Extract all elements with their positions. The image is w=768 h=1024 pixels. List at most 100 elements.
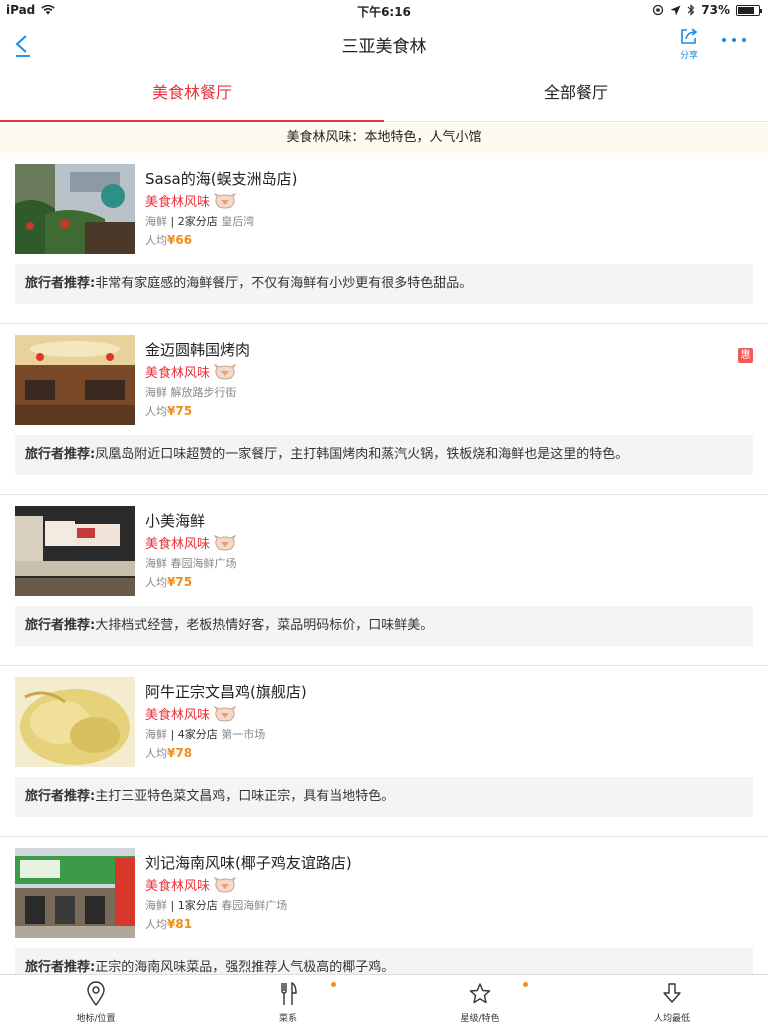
filter-label: 地标/位置: [76, 1014, 116, 1024]
tab-all-restaurants[interactable]: 全部餐厅: [384, 66, 768, 122]
filter-landmark-location[interactable]: 地标/位置: [0, 975, 192, 1024]
restaurant-card[interactable]: Sasa的海(蜈支洲岛店) 美食林风味 海鲜 | 2家分店 皇后湾 人均¥66 …: [0, 153, 768, 324]
area: 解放路步行街: [170, 386, 237, 399]
pig-mascot-icon: [214, 192, 237, 208]
restaurant-card[interactable]: 金迈圆韩国烤肉 惠 美食林风味 海鲜 解放路步行街 人均¥75 旅行者推荐:凤凰…: [0, 324, 768, 495]
restaurant-photo: [15, 848, 135, 938]
restaurant-list: Sasa的海(蜈支洲岛店) 美食林风味 海鲜 | 2家分店 皇后湾 人均¥66 …: [0, 153, 768, 974]
traveler-recommendation: 旅行者推荐:非常有家庭感的海鲜餐厅，不仅有海鲜有小炒更有很多特色甜品。: [15, 264, 753, 304]
page-title: 三亚美食林: [341, 37, 427, 57]
star-icon: [469, 983, 491, 1004]
status-bar: iPad 下午6:16 73%: [0, 0, 768, 22]
recommend-text: 大排档式经营，老板热情好客，菜品明码标价，口味鲜美。: [95, 618, 434, 633]
traveler-recommendation: 旅行者推荐:主打三亚特色菜文昌鸡，口味正宗，具有当地特色。: [15, 777, 753, 817]
more-dot-icon: [742, 38, 746, 42]
more-button[interactable]: [722, 38, 746, 46]
price-label: 人均: [145, 405, 167, 418]
battery-percent: 73%: [701, 3, 730, 17]
restaurant-name: 阿牛正宗文昌鸡(旗舰店): [145, 683, 307, 701]
share-icon: [681, 28, 698, 44]
recommend-text: 主打三亚特色菜文昌鸡，口味正宗，具有当地特色。: [95, 789, 395, 804]
price-label: 人均: [145, 576, 167, 589]
area: 春园海鲜广场: [170, 557, 237, 570]
traveler-recommendation: 旅行者推荐:正宗的海南风味菜品，强烈推荐人气极高的椰子鸡。: [15, 948, 753, 974]
avg-price: 人均¥75: [145, 574, 192, 590]
filter-label: 菜系: [278, 1014, 297, 1024]
cuisine: 海鲜: [145, 215, 167, 228]
branch-count: 4家分店: [177, 728, 218, 741]
bluetooth-icon: [687, 4, 695, 16]
separator: |: [170, 215, 178, 228]
price-label: 人均: [145, 918, 167, 931]
recommend-text: 凤凰岛附近口味超赞的一家餐厅，主打韩国烤肉和蒸汽火锅，铁板烧和海鲜也是这里的特色…: [95, 447, 629, 462]
pig-mascot-icon: [214, 705, 237, 721]
branch-count: 1家分店: [177, 899, 218, 912]
pig-mascot-icon: [214, 876, 237, 892]
filter-rating-feature[interactable]: 星级/特色: [384, 975, 576, 1024]
area: 春园海鲜广场: [221, 899, 288, 912]
meishilin-badge: 美食林风味: [145, 875, 237, 894]
active-filter-dot: [331, 982, 336, 987]
restaurant-photo: [15, 335, 135, 425]
price-label: 人均: [145, 747, 167, 760]
cuisine: 海鲜: [145, 557, 167, 570]
meishilin-badge: 美食林风味: [145, 704, 237, 723]
location-pin-icon: [87, 981, 105, 1007]
more-dot-icon: [732, 38, 736, 42]
avg-price: 人均¥81: [145, 916, 192, 932]
tab-meishilin-restaurants[interactable]: 美食林餐厅: [0, 66, 384, 122]
restaurant-name: Sasa的海(蜈支洲岛店): [145, 170, 298, 188]
restaurant-card[interactable]: 阿牛正宗文昌鸡(旗舰店) 美食林风味 海鲜 | 4家分店 第一市场 人均¥78 …: [0, 666, 768, 837]
filter-bar: 地标/位置 菜系 星级/特色 人均最低: [0, 974, 768, 1024]
sort-lowest-price[interactable]: 人均最低: [576, 975, 768, 1024]
recommend-text: 正宗的海南风味菜品，强烈推荐人气极高的椰子鸡。: [95, 960, 395, 974]
price-label: 人均: [145, 234, 167, 247]
price-value: ¥66: [167, 233, 193, 247]
traveler-recommendation: 旅行者推荐:凤凰岛附近口味超赞的一家餐厅，主打韩国烤肉和蒸汽火锅，铁板烧和海鲜也…: [15, 435, 753, 475]
separator: |: [170, 899, 178, 912]
pig-mascot-icon: [214, 363, 237, 379]
avg-price: 人均¥78: [145, 745, 192, 761]
filter-label: 人均最低: [653, 1014, 690, 1024]
badge-label: 美食林风味: [145, 708, 211, 723]
meishilin-badge: 美食林风味: [145, 191, 237, 210]
recommend-label: 旅行者推荐:: [25, 789, 96, 804]
area: 皇后湾: [221, 215, 255, 228]
recommend-text: 非常有家庭感的海鲜餐厅，不仅有海鲜有小炒更有很多特色甜品。: [95, 276, 473, 291]
restaurant-meta: 海鲜 | 2家分店 皇后湾: [145, 213, 254, 229]
restaurant-meta: 海鲜 春园海鲜广场: [145, 555, 237, 571]
restaurant-name: 刘记海南风味(椰子鸡友谊路店): [145, 854, 352, 872]
restaurant-name: 金迈圆韩国烤肉: [145, 341, 251, 359]
arrow-down-icon: [663, 983, 681, 1003]
location-arrow-icon: [670, 5, 681, 15]
restaurant-photo: [15, 506, 135, 596]
restaurant-meta: 海鲜 | 1家分店 春园海鲜广场: [145, 897, 287, 913]
price-value: ¥75: [167, 575, 193, 589]
pig-mascot-icon: [214, 534, 237, 550]
restaurant-card[interactable]: 小美海鲜 美食林风味 海鲜 春园海鲜广场 人均¥75 旅行者推荐:大排档式经营，…: [0, 495, 768, 666]
recommend-label: 旅行者推荐:: [25, 447, 96, 462]
active-filter-dot: [523, 982, 528, 987]
cuisine: 海鲜: [145, 899, 167, 912]
category-banner: 美食林风味：本地特色，人气小馆: [0, 123, 768, 153]
orientation-lock-icon: [653, 4, 664, 16]
badge-label: 美食林风味: [145, 195, 211, 210]
restaurant-photo: [15, 164, 135, 254]
cuisine: 海鲜: [145, 386, 167, 399]
restaurant-card[interactable]: 刘记海南风味(椰子鸡友谊路店) 美食林风味 海鲜 | 1家分店 春园海鲜广场 人…: [0, 837, 768, 974]
price-value: ¥78: [167, 746, 193, 760]
filter-cuisine[interactable]: 菜系: [192, 975, 384, 1024]
recommend-label: 旅行者推荐:: [25, 618, 96, 633]
price-value: ¥75: [167, 404, 193, 418]
badge-label: 美食林风味: [145, 879, 211, 894]
restaurant-tabs: 美食林餐厅 全部餐厅: [0, 66, 768, 122]
share-button[interactable]: 分享: [674, 26, 704, 62]
nav-bar: 三亚美食林 分享: [0, 22, 768, 66]
share-label: 分享: [679, 51, 698, 61]
badge-label: 美食林风味: [145, 537, 211, 552]
traveler-recommendation: 旅行者推荐:大排档式经营，老板热情好客，菜品明码标价，口味鲜美。: [15, 606, 753, 646]
discount-badge: 惠: [738, 348, 753, 363]
more-dot-icon: [722, 38, 726, 42]
area: 第一市场: [221, 728, 266, 741]
restaurant-photo: [15, 677, 135, 767]
